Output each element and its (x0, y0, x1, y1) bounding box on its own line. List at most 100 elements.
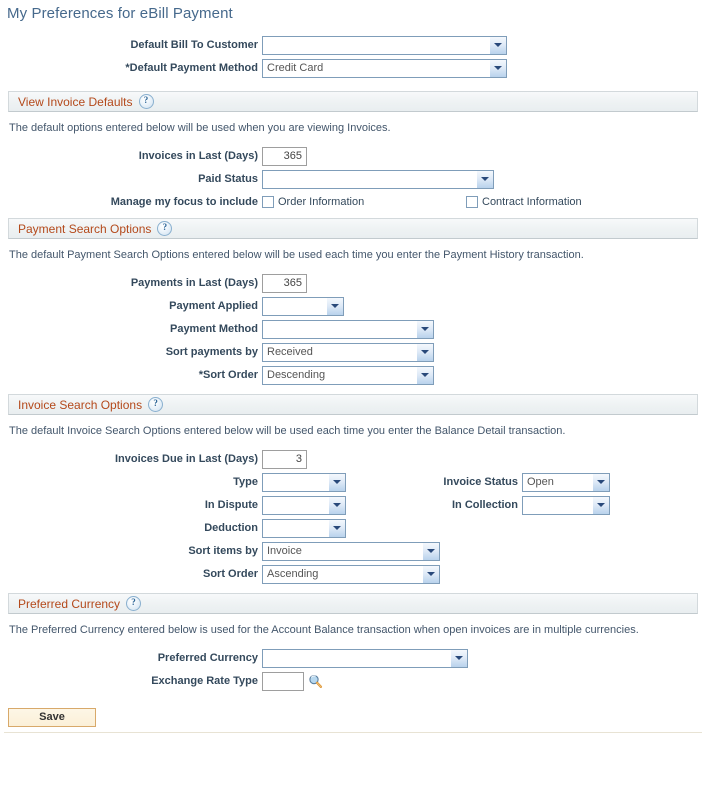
field-row-manage-my-focus: Manage my focus to include Order Informa… (0, 192, 706, 212)
select-payment-method[interactable] (262, 319, 434, 339)
input-invoices-due-in-last-days[interactable]: 3 (262, 449, 307, 469)
top-fields-group: Default Bill To Customer *Default Paymen… (0, 35, 706, 78)
section-header-preferred-currency: Preferred Currency ? (8, 593, 698, 614)
input-invoices-in-last-days[interactable]: 365 (262, 146, 307, 166)
input-payments-in-last-days[interactable]: 365 (262, 273, 307, 293)
help-icon[interactable]: ? (126, 596, 142, 611)
help-icon[interactable]: ? (148, 397, 164, 412)
checkbox-contract-information[interactable]: Contract Information (466, 192, 582, 212)
field-row-paid-status: Paid Status (0, 169, 706, 189)
page-title: My Preferences for eBill Payment (7, 5, 233, 22)
chevron-down-icon[interactable] (592, 496, 609, 514)
select-sort-items-by-value: Invoice (267, 544, 302, 557)
label-sort-items-by: Sort items by (188, 545, 258, 557)
checkbox-order-information[interactable]: Order Information (262, 192, 466, 212)
select-sort-payments-by-value: Received (267, 345, 313, 358)
select-sort-order-invoices-value: Ascending (267, 567, 319, 580)
field-row-preferred-currency: Preferred Currency (0, 648, 706, 668)
select-sort-order-payments[interactable]: Descending (262, 365, 434, 385)
chevron-down-icon[interactable] (489, 59, 506, 77)
label-sort-payments-by: Sort payments by (165, 346, 258, 358)
section-header-view-invoice-defaults: View Invoice Defaults ? (8, 91, 698, 112)
field-row-deduction: Deduction (0, 518, 706, 538)
select-preferred-currency[interactable] (262, 648, 468, 668)
section-header-invoice-search-options: Invoice Search Options ? (8, 394, 698, 415)
label-payment-method: Payment Method (169, 323, 258, 335)
chevron-down-icon[interactable] (476, 170, 493, 188)
field-row-payment-method: Payment Method (0, 319, 706, 339)
field-row-payments-in-last-days: Payments in Last (Days) 365 (0, 273, 706, 293)
field-row-sort-order-invoices: Sort Order Ascending (0, 564, 706, 584)
checkbox-label-order-information: Order Information (278, 196, 365, 208)
select-sort-payments-by[interactable]: Received (262, 342, 434, 362)
help-icon[interactable]: ? (157, 221, 173, 236)
label-exchange-rate-type: Exchange Rate Type (151, 675, 258, 687)
chevron-down-icon[interactable] (422, 542, 439, 560)
help-icon[interactable]: ? (138, 94, 154, 109)
section-description-preferred-currency: The Preferred Currency entered below is … (9, 624, 639, 636)
select-default-bill-to-customer[interactable] (262, 35, 507, 55)
label-in-collection: In Collection (452, 499, 518, 511)
select-default-payment-method-value: Credit Card (267, 61, 324, 74)
input-exchange-rate-type[interactable] (262, 671, 304, 691)
chevron-down-icon[interactable] (450, 649, 467, 667)
label-sort-order-payments: *Sort Order (198, 369, 258, 381)
chevron-down-icon[interactable] (326, 297, 343, 315)
label-payment-applied: Payment Applied (169, 300, 258, 312)
chevron-down-icon[interactable] (422, 565, 439, 583)
footer-actions: Save (0, 694, 706, 727)
label-invoices-due-in-last-days: Invoices Due in Last (Days) (114, 453, 258, 465)
select-invoice-status[interactable]: Open (522, 472, 610, 492)
chevron-down-icon[interactable] (416, 343, 433, 361)
field-row-sort-items-by: Sort items by Invoice (0, 541, 706, 561)
label-payments-in-last-days: Payments in Last (Days) (130, 277, 258, 289)
chevron-down-icon[interactable] (416, 320, 433, 338)
field-row-default-payment-method: *Default Payment Method Credit Card (0, 58, 706, 78)
select-paid-status[interactable] (262, 169, 494, 189)
chevron-down-icon[interactable] (592, 473, 609, 491)
field-row-invoices-due-in-last-days: Invoices Due in Last (Days) 3 (0, 449, 706, 469)
section-description-invoice-search-options: The default Invoice Search Options enter… (9, 425, 566, 437)
select-deduction[interactable] (262, 518, 346, 538)
checkbox-box-contract-information[interactable] (466, 196, 478, 208)
magnifier-icon[interactable] (308, 674, 323, 689)
select-default-payment-method[interactable]: Credit Card (262, 58, 507, 78)
section-description-payment-search-options: The default Payment Search Options enter… (9, 249, 584, 261)
label-invoice-status: Invoice Status (443, 476, 518, 488)
footer-divider (4, 732, 702, 733)
save-button[interactable]: Save (8, 708, 96, 727)
label-invoices-in-last-days: Invoices in Last (Days) (138, 150, 258, 162)
section-title-view-invoice-defaults: View Invoice Defaults (18, 94, 133, 109)
select-in-dispute[interactable] (262, 495, 346, 515)
section-title-invoice-search-options: Invoice Search Options (18, 397, 143, 412)
chevron-down-icon[interactable] (328, 473, 345, 491)
checkbox-box-order-information[interactable] (262, 196, 274, 208)
select-sort-order-payments-value: Descending (267, 368, 326, 381)
label-default-bill-to-customer: Default Bill To Customer (130, 39, 258, 51)
label-preferred-currency: Preferred Currency (157, 652, 258, 664)
select-sort-order-invoices[interactable]: Ascending (262, 564, 440, 584)
field-row-exchange-rate-type: Exchange Rate Type (0, 671, 706, 691)
select-in-collection[interactable] (522, 495, 610, 515)
label-in-dispute: In Dispute (204, 499, 258, 511)
label-default-payment-method: *Default Payment Method (125, 62, 258, 74)
label-type: Type (233, 476, 258, 488)
field-row-payment-applied: Payment Applied (0, 296, 706, 316)
field-row-invoices-in-last-days: Invoices in Last (Days) 365 (0, 146, 706, 166)
section-header-payment-search-options: Payment Search Options ? (8, 218, 698, 239)
select-invoice-status-value: Open (527, 475, 554, 488)
label-manage-my-focus-to-include: Manage my focus to include (110, 196, 258, 208)
label-sort-order-invoices: Sort Order (202, 568, 258, 580)
select-payment-applied[interactable] (262, 296, 344, 316)
chevron-down-icon[interactable] (328, 519, 345, 537)
chevron-down-icon[interactable] (416, 366, 433, 384)
field-row-sort-payments-by: Sort payments by Received (0, 342, 706, 362)
field-row-sort-order-payments: *Sort Order Descending (0, 365, 706, 385)
field-row-default-bill-to-customer: Default Bill To Customer (0, 35, 706, 55)
label-deduction: Deduction (204, 522, 258, 534)
chevron-down-icon[interactable] (489, 36, 506, 54)
select-sort-items-by[interactable]: Invoice (262, 541, 440, 561)
chevron-down-icon[interactable] (328, 496, 345, 514)
select-type[interactable] (262, 472, 346, 492)
section-title-preferred-currency: Preferred Currency (18, 596, 121, 611)
